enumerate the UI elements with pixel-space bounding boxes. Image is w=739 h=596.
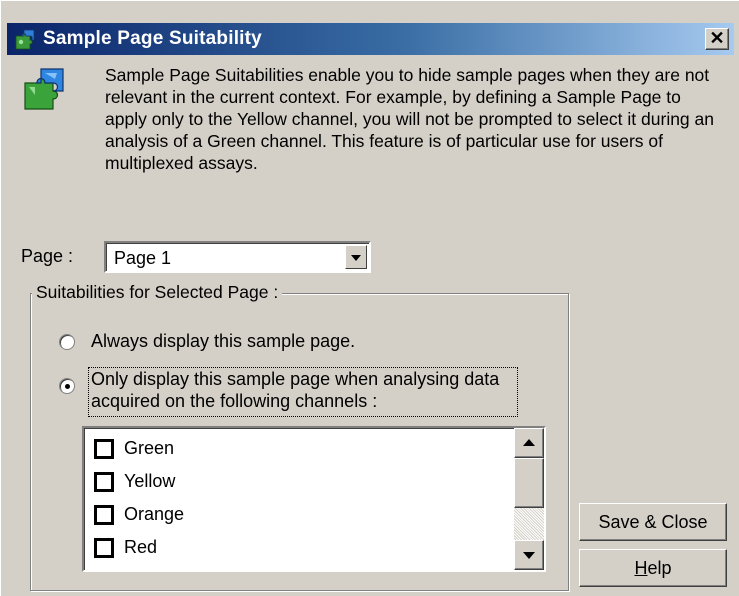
title-bar[interactable]: Sample Page Suitability ✕ (7, 23, 734, 55)
help-label-rest: elp (647, 558, 672, 578)
help-button[interactable]: Help (579, 549, 727, 587)
channel-label: Orange (124, 504, 185, 524)
page-select-value: Page 1 (114, 248, 172, 268)
channel-label: Red (124, 537, 158, 557)
channels-list[interactable]: Green Yellow Orange Red (82, 426, 546, 572)
close-button[interactable]: ✕ (705, 28, 729, 50)
channel-checkbox-orange[interactable] (94, 505, 114, 525)
page-label: Page : (21, 246, 74, 266)
suitabilities-group-title: Suitabilities for Selected Page : (32, 282, 283, 303)
chevron-up-icon (523, 439, 535, 446)
channel-checkbox-yellow[interactable] (94, 472, 114, 492)
radio-always-display[interactable] (59, 334, 75, 350)
scroll-down-button[interactable] (514, 540, 544, 570)
close-icon: ✕ (709, 28, 725, 48)
window-title: Sample Page Suitability (43, 28, 262, 49)
radio-only-display-channels[interactable] (59, 378, 75, 394)
puzzle-icon (24, 68, 64, 110)
channel-checkbox-red[interactable] (94, 538, 114, 558)
radio-only-display-channels-label[interactable]: Only display this sample page when analy… (88, 367, 518, 417)
channels-scrollbar[interactable] (514, 428, 544, 570)
save-close-button[interactable]: Save & Close (579, 503, 727, 541)
puzzle-icon (15, 29, 35, 50)
scroll-up-button[interactable] (514, 428, 544, 458)
help-accelerator: H (634, 558, 648, 578)
scroll-thumb[interactable] (514, 458, 544, 508)
channel-label: Green (124, 438, 175, 458)
sample-page-suitability-dialog: Sample Page Suitability ✕ Sample Page Su… (0, 0, 739, 596)
radio-selected-dot (65, 384, 70, 389)
radio-always-display-label[interactable]: Always display this sample page. (91, 331, 355, 352)
chevron-down-icon (523, 552, 535, 559)
page-select-dropdown-button[interactable] (345, 245, 367, 269)
page-select[interactable]: Page 1 (104, 241, 371, 273)
chevron-down-icon (351, 255, 361, 261)
channel-label: Yellow (124, 471, 176, 491)
channel-checkbox-green[interactable] (94, 439, 114, 459)
description-text: Sample Page Suitabilities enable you to … (105, 65, 714, 173)
